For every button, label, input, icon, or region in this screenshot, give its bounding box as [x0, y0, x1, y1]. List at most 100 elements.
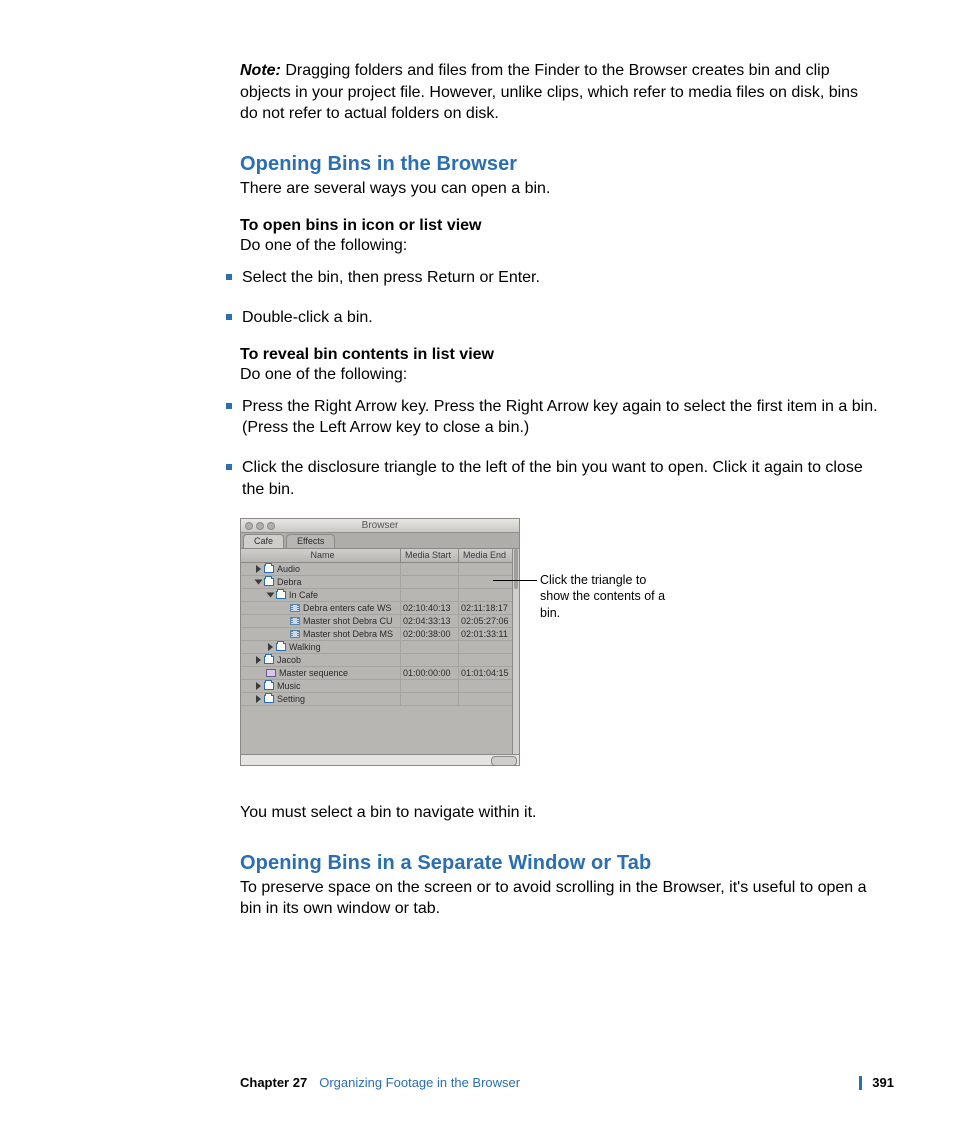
media-end — [459, 589, 517, 601]
disclosure-triangle-icon[interactable] — [268, 643, 273, 651]
subhead-icon-list: To open bins in icon or list view — [240, 217, 880, 235]
traffic-lights — [245, 522, 275, 530]
footer-bar — [859, 1076, 862, 1090]
table-row[interactable]: Master sequence 01:00:00:0001:01:04:15 — [241, 667, 519, 680]
row-name: Setting — [277, 693, 305, 705]
disclosure-triangle-icon[interactable] — [256, 656, 261, 664]
disclosure-triangle-icon[interactable] — [256, 682, 261, 690]
page-footer: Chapter 27 Organizing Footage in the Bro… — [240, 1075, 894, 1090]
footer-title: Organizing Footage in the Browser — [319, 1075, 849, 1090]
bin-icon — [264, 682, 274, 690]
table-row[interactable]: Setting — [241, 693, 519, 706]
row-name: Master shot Debra CU — [303, 615, 393, 627]
scrollbar-horizontal[interactable] — [241, 754, 519, 765]
bullet-list-1: Select the bin, then press Return or Ent… — [226, 267, 880, 328]
row-name: Jacob — [277, 654, 301, 666]
table-row[interactable]: Master shot Debra CU 02:04:33:1302:05:27:… — [241, 615, 519, 628]
media-start: 02:10:40:13 — [401, 602, 459, 614]
footer-page: 391 — [872, 1075, 894, 1090]
media-start — [401, 654, 459, 666]
table-row[interactable]: Walking — [241, 641, 519, 654]
list-item: Press the Right Arrow key. Press the Rig… — [226, 396, 880, 439]
bin-icon — [264, 695, 274, 703]
sequence-icon — [266, 669, 276, 677]
row-name: Debra — [277, 576, 302, 588]
list-item: Double-click a bin. — [226, 307, 880, 329]
media-end — [459, 680, 517, 692]
column-headers: Name Media Start Media End — [241, 549, 519, 563]
media-end: 02:05:27:06 — [459, 615, 517, 627]
table-row[interactable]: Master shot Debra MS 02:00:38:0002:01:33:… — [241, 628, 519, 641]
row-name: Walking — [289, 641, 321, 653]
bin-icon — [264, 656, 274, 664]
subhead-reveal: To reveal bin contents in list view — [240, 346, 880, 364]
table-row[interactable]: Music — [241, 680, 519, 693]
media-end: 02:01:33:11 — [459, 628, 517, 640]
media-end: 02:11:18:17 — [459, 602, 517, 614]
media-end — [459, 576, 517, 588]
bin-icon — [276, 591, 286, 599]
disclosure-triangle-icon[interactable] — [267, 593, 275, 598]
media-start — [401, 563, 459, 575]
table-row[interactable]: In Cafe — [241, 589, 519, 602]
table-row[interactable]: Debra enters cafe WS 02:10:40:1302:11:18:… — [241, 602, 519, 615]
col-media-end[interactable]: Media End — [459, 549, 517, 562]
disclosure-triangle-icon[interactable] — [256, 695, 261, 703]
window-title: Browser — [362, 520, 399, 531]
disclosure-triangle-icon[interactable] — [255, 580, 263, 585]
clip-icon — [290, 630, 300, 638]
callout-text: Click the triangle to show the contents … — [540, 572, 670, 621]
row-name: Master sequence — [279, 667, 348, 679]
bin-icon — [264, 565, 274, 573]
note-text: Dragging folders and files from the Find… — [240, 62, 858, 122]
media-end — [459, 563, 517, 575]
media-start — [401, 641, 459, 653]
row-name: Music — [277, 680, 301, 692]
section1-intro: There are several ways you can open a bi… — [240, 178, 880, 200]
tab-row: Cafe Effects — [241, 533, 519, 549]
table-row[interactable]: Jacob — [241, 654, 519, 667]
clip-icon — [290, 604, 300, 612]
note-label: Note: — [240, 62, 281, 79]
row-name: Debra enters cafe WS — [303, 602, 392, 614]
list-item: Select the bin, then press Return or Ent… — [226, 267, 880, 289]
media-start — [401, 576, 459, 588]
footer-chapter: Chapter 27 — [240, 1075, 307, 1090]
titlebar: Browser — [241, 519, 519, 533]
row-name: In Cafe — [289, 589, 318, 601]
table-row[interactable]: Debra — [241, 576, 519, 589]
media-start — [401, 693, 459, 705]
row-name: Master shot Debra MS — [303, 628, 393, 640]
section2-intro: To preserve space on the screen or to av… — [240, 877, 880, 920]
media-start: 01:00:00:00 — [401, 667, 459, 679]
follow-2: Do one of the following: — [240, 364, 880, 386]
disclosure-triangle-icon[interactable] — [256, 565, 261, 573]
bin-icon — [276, 643, 286, 651]
media-start — [401, 680, 459, 692]
media-start: 02:00:38:00 — [401, 628, 459, 640]
col-name[interactable]: Name — [241, 549, 401, 562]
list-item: Click the disclosure triangle to the lef… — [226, 457, 880, 500]
page-content: Note: Dragging folders and files from th… — [240, 60, 880, 920]
clip-icon — [290, 617, 300, 625]
figure-browser: Browser Cafe Effects Name Media Start Me… — [240, 518, 880, 798]
media-start: 02:04:33:13 — [401, 615, 459, 627]
heading-opening-bins: Opening Bins in the Browser — [240, 153, 880, 176]
media-end — [459, 654, 517, 666]
col-media-start[interactable]: Media Start — [401, 549, 459, 562]
heading-separate-window: Opening Bins in a Separate Window or Tab — [240, 852, 880, 875]
follow-1: Do one of the following: — [240, 235, 880, 257]
media-end — [459, 693, 517, 705]
after-figure-text: You must select a bin to navigate within… — [240, 802, 880, 824]
row-name: Audio — [277, 563, 300, 575]
rows-container: AudioDebraIn CafeDebra enters cafe WS 02:… — [241, 563, 519, 706]
media-start — [401, 589, 459, 601]
tab-effects[interactable]: Effects — [286, 534, 335, 548]
tab-cafe[interactable]: Cafe — [243, 534, 284, 548]
table-row[interactable]: Audio — [241, 563, 519, 576]
note-paragraph: Note: Dragging folders and files from th… — [240, 60, 880, 125]
media-end: 01:01:04:15 — [459, 667, 517, 679]
callout-line — [493, 580, 537, 581]
browser-window: Browser Cafe Effects Name Media Start Me… — [240, 518, 520, 766]
bullet-list-2: Press the Right Arrow key. Press the Rig… — [226, 396, 880, 500]
